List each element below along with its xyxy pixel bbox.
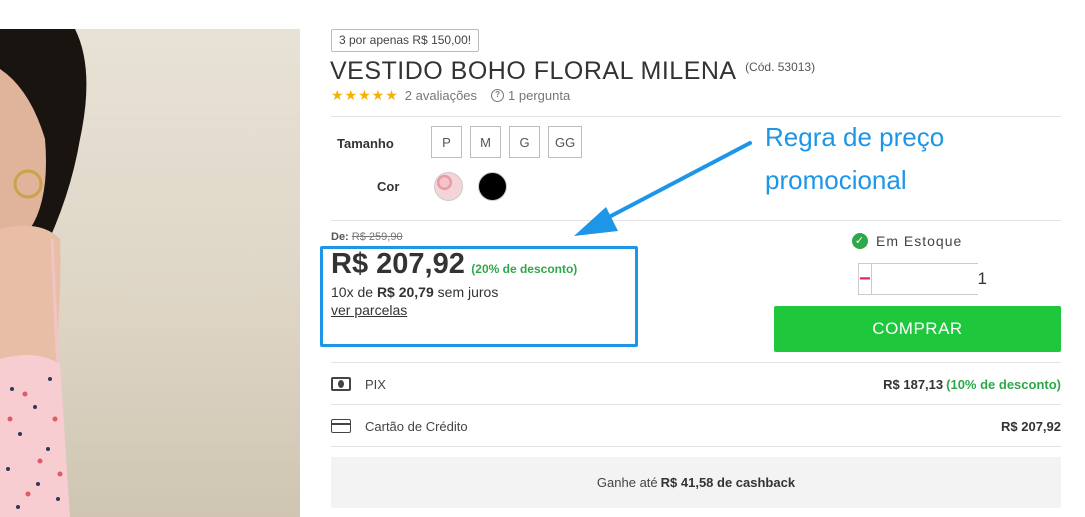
cashback-prefix: Ganhe até xyxy=(596,475,658,490)
installments-suffix: sem juros xyxy=(437,284,499,300)
old-price-label: De: xyxy=(331,231,349,243)
payment-row-pix: PIX R$ 187,13 (10% de desconto) xyxy=(331,364,1061,404)
product-image[interactable] xyxy=(0,29,300,517)
cashback-value: R$ 41,58 de cashback xyxy=(660,475,796,490)
product-title: VESTIDO BOHO FLORAL MILENA xyxy=(330,57,737,85)
check-circle-icon: ✓ xyxy=(852,233,868,249)
pix-discount: (10% de desconto) xyxy=(946,376,1061,392)
installments: 10x de R$ 20,79 sem juros xyxy=(331,284,498,300)
title-row: VESTIDO BOHO FLORAL MILENA (Cód. 53013) xyxy=(330,57,815,86)
color-option-floral[interactable] xyxy=(434,172,463,201)
stock-label: Em Estoque xyxy=(876,233,963,249)
divider xyxy=(331,362,1061,363)
card-price: R$ 207,92 xyxy=(1001,418,1061,434)
payment-row-card: Cartão de Crédito R$ 207,92 xyxy=(331,406,1061,446)
divider xyxy=(331,446,1061,447)
size-label: Tamanho xyxy=(337,136,394,151)
quantity-stepper: − + xyxy=(858,263,1085,295)
annotation-arrow-icon xyxy=(574,141,752,236)
see-installments-link[interactable]: ver parcelas xyxy=(331,302,407,318)
size-option-p[interactable]: P xyxy=(431,126,462,158)
pix-label: PIX xyxy=(365,376,386,392)
pix-price: R$ 187,13 xyxy=(883,376,944,392)
price-discount: (20% de desconto) xyxy=(471,262,578,276)
rating-row: ★★★★★ 2 avaliações ? 1 pergunta xyxy=(331,87,570,104)
current-price: R$ 207,92 (20% de desconto) xyxy=(331,248,577,281)
old-price-value: R$ 259,90 xyxy=(351,231,403,243)
installments-value: R$ 20,79 xyxy=(376,284,434,300)
color-label: Cor xyxy=(377,179,400,194)
divider xyxy=(331,404,1061,405)
quantity-input[interactable] xyxy=(870,264,1085,294)
current-price-value: R$ 207,92 xyxy=(331,248,465,280)
stock-status: ✓ Em Estoque xyxy=(852,233,962,249)
cash-icon xyxy=(331,377,351,391)
questions-link[interactable]: 1 pergunta xyxy=(508,88,570,103)
old-price: De: R$ 259,90 xyxy=(331,231,403,243)
annotation-line-2: promocional xyxy=(765,165,907,195)
rating-stars-icon[interactable]: ★★★★★ xyxy=(331,87,399,104)
size-option-m[interactable]: M xyxy=(470,126,501,158)
product-code: (Cód. 53013) xyxy=(745,60,816,74)
product-photo-illustration xyxy=(0,29,87,517)
credit-card-icon xyxy=(331,419,351,433)
cashback-banner: Ganhe até R$ 41,58 de cashback xyxy=(331,457,1061,508)
promo-badge: 3 por apenas R$ 150,00! xyxy=(331,29,480,52)
card-label: Cartão de Crédito xyxy=(365,418,468,434)
reviews-link[interactable]: 2 avaliações xyxy=(405,88,477,103)
annotation-label: Regra de preço promocional xyxy=(765,116,1005,202)
installments-prefix: 10x de xyxy=(331,284,374,300)
color-option-black[interactable] xyxy=(478,172,507,201)
decrease-quantity-button[interactable]: − xyxy=(859,264,871,294)
question-icon: ? xyxy=(491,89,505,102)
buy-button[interactable]: COMPRAR xyxy=(774,306,1061,352)
annotation-line-1: Regra de preço xyxy=(765,122,945,152)
size-option-g[interactable]: G xyxy=(509,126,540,158)
